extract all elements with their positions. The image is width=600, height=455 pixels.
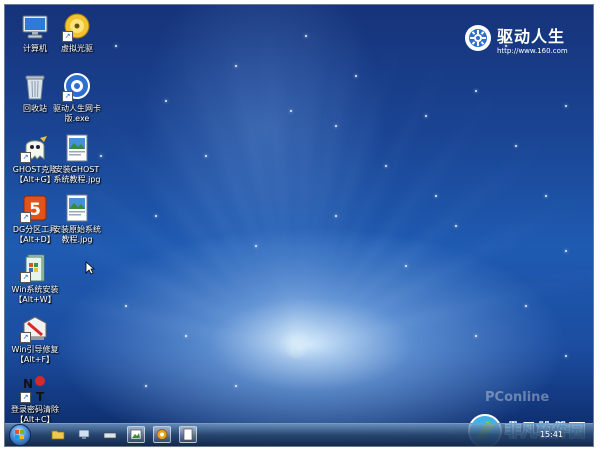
taskbar-keyboard-button[interactable] bbox=[101, 426, 119, 443]
taskbar-explorer-button[interactable] bbox=[49, 426, 67, 443]
svg-text:T: T bbox=[36, 390, 45, 403]
wallpaper-star bbox=[235, 385, 237, 387]
wallpaper-star bbox=[515, 145, 517, 147]
desktop-icon-virtual-drive[interactable]: ↗ 虚拟光驱 bbox=[49, 12, 105, 54]
taskbar-network-button[interactable] bbox=[75, 426, 93, 443]
desktop-icon-label: Win系统安装 【Alt+W】 bbox=[11, 285, 59, 304]
brand-title: 驱动人生 bbox=[497, 27, 566, 46]
wallpaper-star bbox=[335, 215, 337, 217]
shortcut-arrow-icon: ↗ bbox=[20, 152, 31, 163]
boot-repair-icon: ↗ bbox=[20, 313, 50, 343]
windows-installer-icon: ↗ bbox=[20, 253, 50, 283]
desktop-icon-label: 驱动人生网卡 版.exe bbox=[53, 104, 101, 123]
wallpaper-star bbox=[290, 110, 292, 112]
driver-exe-icon: ↗ bbox=[62, 72, 92, 102]
shortcut-arrow-icon: ↗ bbox=[20, 332, 31, 343]
wallpaper-ray bbox=[295, 55, 447, 351]
wallpaper-star bbox=[525, 305, 527, 307]
desktop-icon-label: Win引导修复 【Alt+F】 bbox=[11, 345, 59, 364]
wallpaper-star bbox=[545, 195, 547, 197]
wallpaper-ray bbox=[130, 63, 297, 351]
taskbar: 15:41 bbox=[5, 423, 593, 446]
svg-text:N: N bbox=[23, 377, 33, 391]
wallpaper-star bbox=[565, 355, 567, 357]
document-icon bbox=[183, 428, 193, 441]
desktop-icon-label: 安装GHOST 系统教程.jpg bbox=[53, 165, 101, 184]
wallpaper-star bbox=[145, 385, 147, 387]
wallpaper-star bbox=[565, 250, 567, 252]
wallpaper-ray bbox=[266, 21, 297, 351]
wallpaper-star bbox=[205, 155, 207, 157]
network-icon bbox=[78, 429, 90, 439]
brand-logo-block: 驱动人生 http://www.160.com bbox=[465, 23, 577, 61]
wallpaper-star bbox=[155, 215, 157, 217]
virtual-drive-icon: ↗ bbox=[62, 12, 92, 42]
shortcut-arrow-icon: ↗ bbox=[20, 212, 31, 223]
keyboard-icon bbox=[103, 432, 117, 439]
gear-icon bbox=[156, 429, 168, 440]
password-clear-icon: N P T ↗ bbox=[20, 373, 50, 404]
watermark-pconline: PConline bbox=[485, 390, 550, 405]
wallpaper-star bbox=[435, 195, 437, 197]
wallpaper-star bbox=[425, 115, 427, 117]
shortcut-arrow-icon: ↗ bbox=[62, 91, 73, 102]
wallpaper-star bbox=[355, 75, 357, 77]
disk-genius-icon: 5 ↗ bbox=[20, 193, 50, 223]
image-file-icon bbox=[62, 193, 92, 223]
desktop-icon-win-install[interactable]: ↗ Win系统安装 【Alt+W】 bbox=[7, 253, 63, 305]
start-button[interactable] bbox=[9, 424, 31, 446]
desktop-icon-label: 安装原始系统 教程.jpg bbox=[53, 225, 101, 244]
folder-icon bbox=[51, 430, 65, 440]
gear-icon bbox=[465, 25, 491, 51]
wallpaper-star bbox=[455, 225, 457, 227]
taskbar-file-button[interactable] bbox=[179, 426, 197, 443]
wallpaper-star bbox=[385, 165, 387, 167]
wallpaper-star bbox=[475, 90, 477, 92]
wallpaper-star bbox=[305, 35, 307, 37]
desktop-icon-ghost-tutorial[interactable]: 安装GHOST 系统教程.jpg bbox=[49, 133, 105, 185]
recycle-bin-icon bbox=[20, 72, 50, 102]
wallpaper-star bbox=[405, 265, 407, 267]
taskbar-driver-app-button[interactable] bbox=[153, 426, 171, 443]
desktop: 驱动人生 http://www.160.com 计算机 ↗ 虚拟光驱 回收站 ↗… bbox=[4, 4, 594, 447]
desktop-icon-label: 登录密码清除 【Alt+C】 bbox=[11, 405, 59, 424]
desktop-icon-original-tutorial[interactable]: 安装原始系统 教程.jpg bbox=[49, 193, 105, 245]
wallpaper-star bbox=[165, 100, 167, 102]
wallpaper-star bbox=[475, 335, 477, 337]
mouse-cursor-icon bbox=[85, 260, 96, 275]
wallpaper-star bbox=[125, 305, 127, 307]
shortcut-arrow-icon: ↗ bbox=[62, 31, 73, 42]
taskbar-clock[interactable]: 15:41 bbox=[540, 430, 563, 439]
shortcut-arrow-icon: ↗ bbox=[20, 392, 31, 403]
desktop-icon-password-clear[interactable]: N P T ↗ 登录密码清除 【Alt+C】 bbox=[7, 373, 63, 425]
wallpaper-star bbox=[565, 105, 567, 107]
taskbar-image-viewer-button[interactable] bbox=[127, 426, 145, 443]
desktop-icon-label: 虚拟光驱 bbox=[61, 44, 93, 53]
wallpaper-star bbox=[185, 335, 187, 337]
wallpaper-star bbox=[235, 65, 237, 67]
ghost-icon: ↗ bbox=[20, 133, 50, 163]
wallpaper-ray bbox=[295, 89, 500, 351]
image-viewer-icon bbox=[130, 429, 142, 440]
desktop-icon-boot-repair[interactable]: ↗ Win引导修复 【Alt+F】 bbox=[7, 313, 63, 365]
brand-url: http://www.160.com bbox=[497, 47, 568, 55]
desktop-icon-driver-exe[interactable]: ↗ 驱动人生网卡 版.exe bbox=[49, 72, 105, 124]
wallpaper-star bbox=[255, 245, 257, 247]
shortcut-arrow-icon: ↗ bbox=[20, 272, 31, 283]
windows-logo-icon bbox=[15, 430, 24, 439]
wallpaper-star bbox=[115, 45, 117, 47]
wallpaper-star bbox=[335, 125, 337, 127]
computer-icon bbox=[20, 12, 50, 42]
image-file-icon bbox=[62, 133, 92, 163]
